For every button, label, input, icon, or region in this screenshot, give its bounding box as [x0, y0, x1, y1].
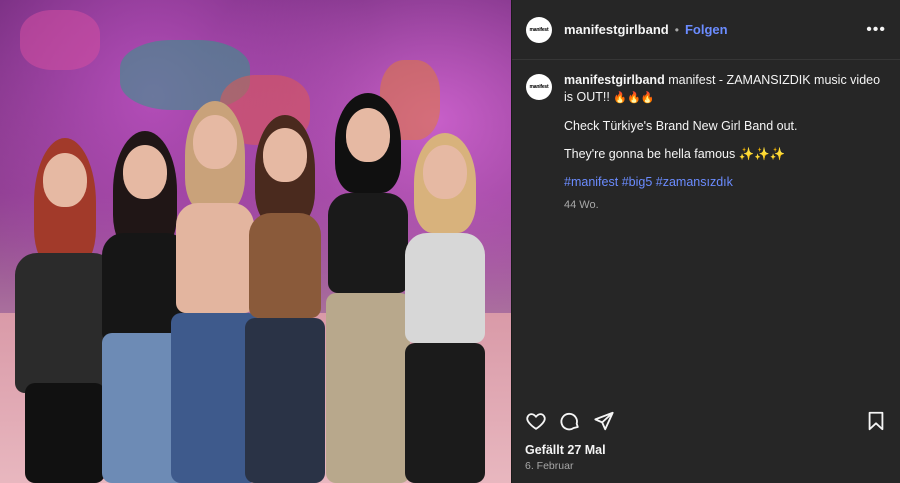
caption-first-line: manifestgirlband manifest - ZAMANSIZDIK … [564, 72, 886, 107]
more-options-icon[interactable]: ••• [866, 21, 886, 39]
caption-username[interactable]: manifestgirlband [564, 73, 665, 87]
bookmark-icon[interactable] [865, 410, 887, 432]
post-photo[interactable] [0, 0, 511, 483]
likes-count[interactable]: Gefällt 27 Mal [525, 443, 606, 457]
follow-button[interactable]: Folgen [685, 22, 728, 37]
hashtag-manifest[interactable]: #manifest [564, 175, 618, 189]
person-6 [395, 83, 495, 483]
post-view: manifest manifestgirlband • Folgen ••• m… [0, 0, 900, 483]
account-avatar[interactable]: manifest [526, 16, 552, 43]
comment-icon[interactable] [559, 410, 581, 432]
heart-icon[interactable] [525, 410, 547, 432]
caption-text-2: Check Türkiye's Brand New Girl Band out. [564, 119, 798, 133]
hashtag-big5[interactable]: #big5 [622, 175, 653, 189]
action-bar [525, 408, 887, 434]
post-side-panel: manifest manifestgirlband • Folgen ••• m… [511, 0, 900, 483]
caption-body: manifestgirlband manifest - ZAMANSIZDIK … [564, 72, 886, 214]
share-icon[interactable] [593, 410, 615, 432]
post-header: manifest manifestgirlband • Folgen ••• [512, 0, 900, 60]
caption: manifest manifestgirlband manifest - ZAM… [512, 60, 900, 214]
account-username[interactable]: manifestgirlband [564, 22, 669, 37]
hashtag-zamansizdik[interactable]: #zamansızdık [656, 175, 733, 189]
caption-text-3: They're gonna be hella famous ✨✨✨ [564, 147, 786, 161]
caption-avatar[interactable]: manifest [526, 74, 552, 100]
post-date: 6. Februar [525, 460, 574, 472]
separator-dot: • [674, 22, 679, 37]
fire-emoji: 🔥🔥🔥 [613, 92, 655, 104]
hashtags: #manifest #big5 #zamansızdık [564, 174, 886, 191]
caption-age: 44 Wo. [564, 199, 599, 211]
graffiti-shape [20, 10, 100, 70]
